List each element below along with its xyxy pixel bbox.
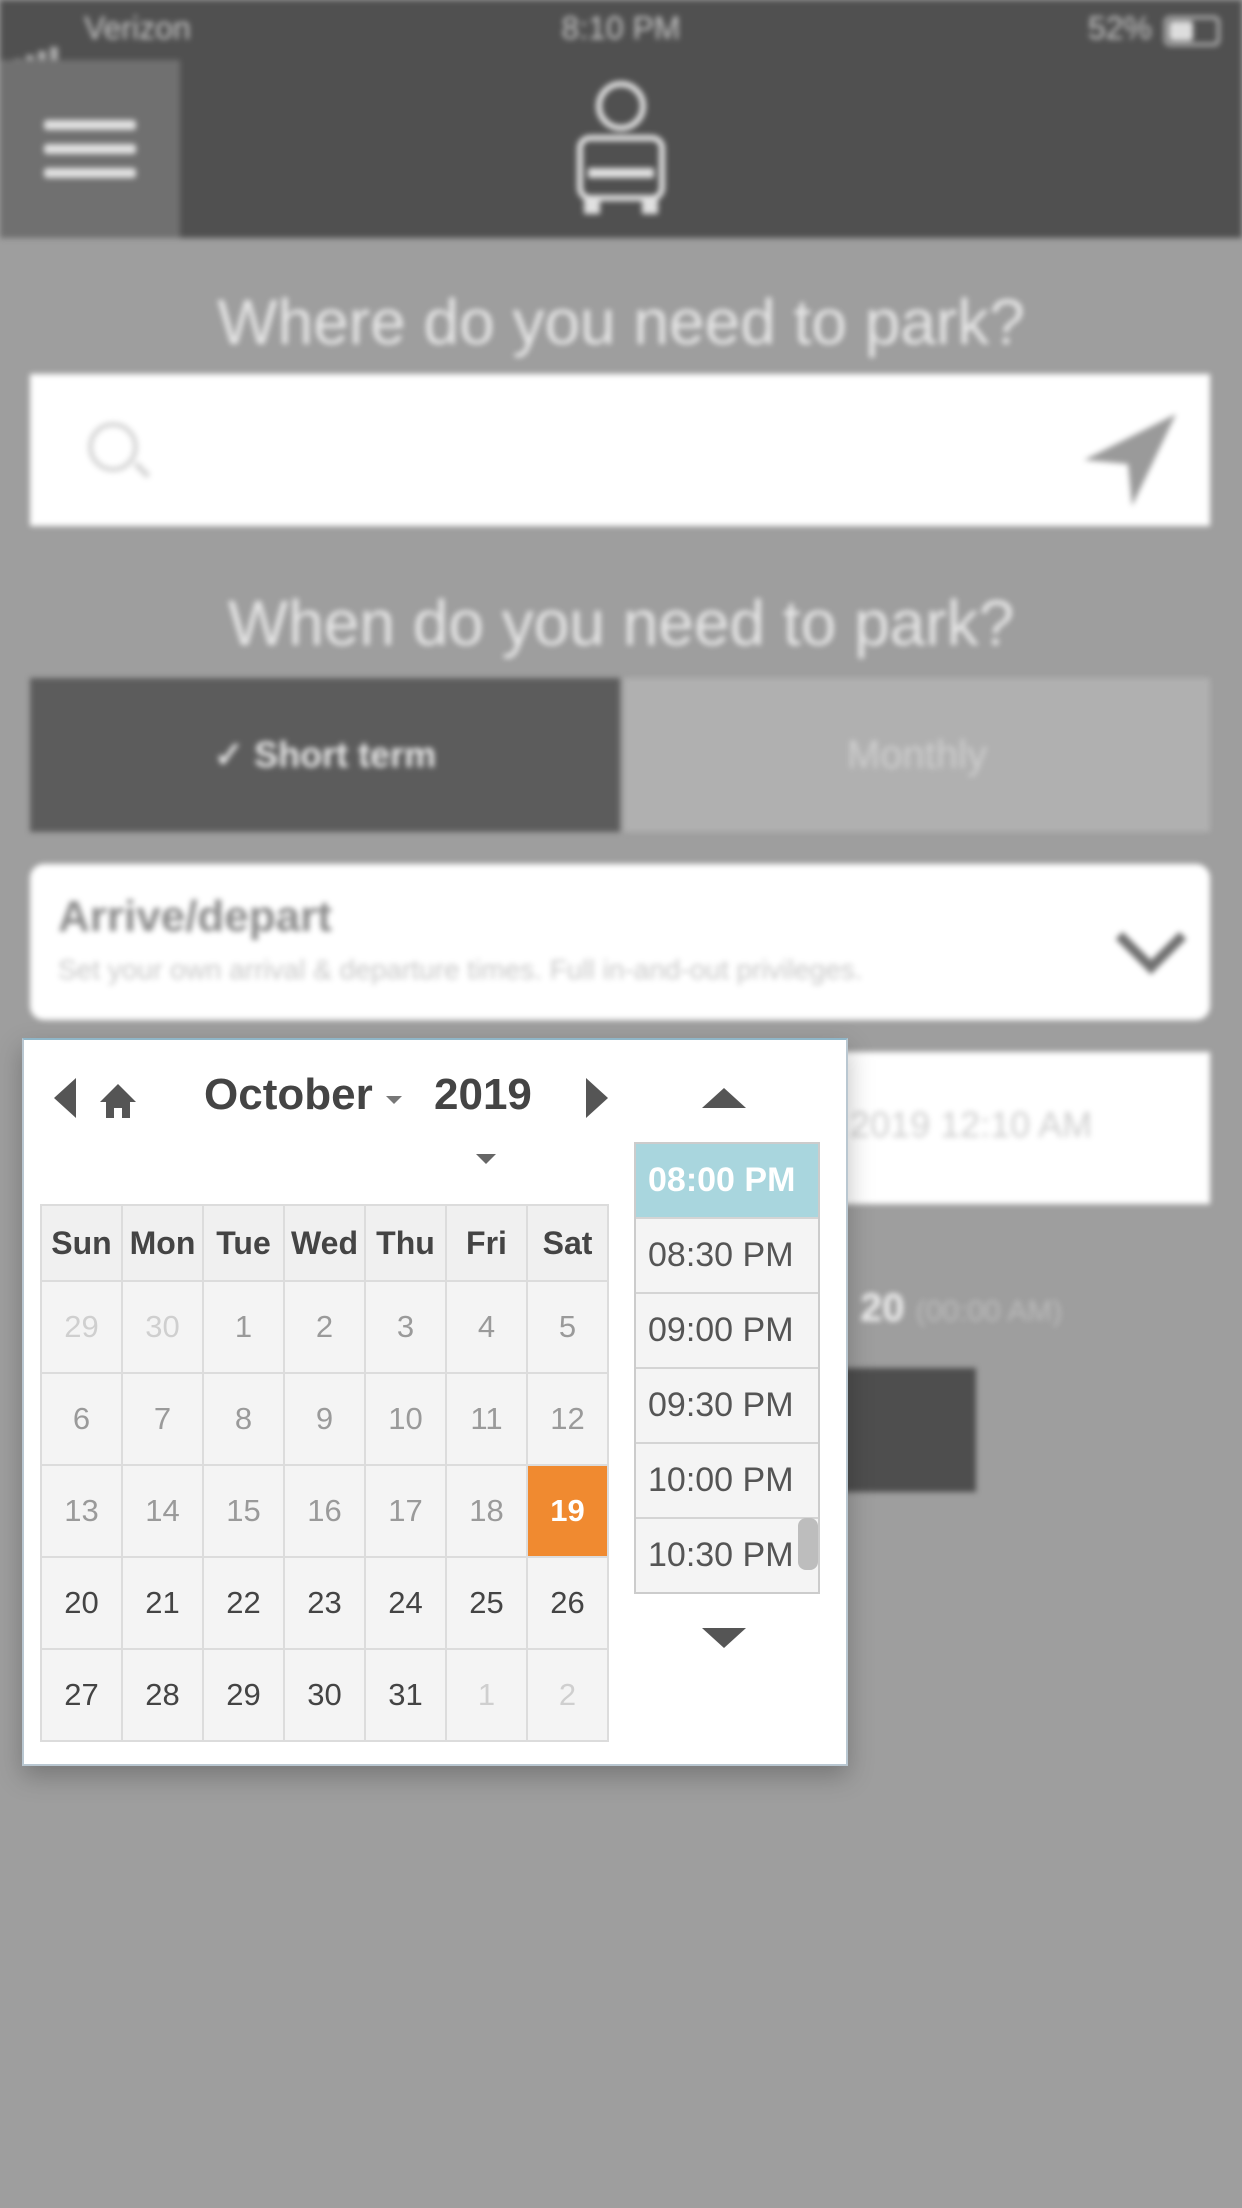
week-row: 29 30 1 2 3 4 5 <box>40 1280 609 1374</box>
day-cell[interactable]: 9 <box>283 1372 366 1466</box>
day-cell[interactable]: 31 <box>364 1648 447 1742</box>
arrive-description: Set your own arrival & departure times. … <box>58 954 863 985</box>
hamburger-menu-icon[interactable] <box>0 60 180 238</box>
day-cell[interactable]: 23 <box>283 1556 366 1650</box>
term-segment-control: ✓ Short term Monthly <box>30 678 1210 832</box>
time-list[interactable]: 08:00 PM 08:30 PM 09:00 PM 09:30 PM 10:0… <box>634 1142 820 1594</box>
when-heading: When do you need to park? <box>227 587 1015 659</box>
prev-month-icon[interactable] <box>54 1078 76 1118</box>
day-cell[interactable]: 20 <box>40 1556 123 1650</box>
date-time-value: 2019 12:10 AM <box>850 1104 1093 1145</box>
time-option[interactable]: 09:00 PM <box>636 1294 818 1369</box>
time-option[interactable]: 08:30 PM <box>636 1219 818 1294</box>
day-cell[interactable]: 22 <box>202 1556 285 1650</box>
day-cell-selected[interactable]: 19 <box>526 1464 609 1558</box>
search-input[interactable] <box>30 374 1210 526</box>
day-cell[interactable]: 2 <box>283 1280 366 1374</box>
weekday-header-row: Sun Mon Tue Wed Thu Fri Sat <box>40 1204 609 1282</box>
weekday-label: Wed <box>283 1204 366 1282</box>
day-cell[interactable]: 13 <box>40 1464 123 1558</box>
day-cell[interactable]: 30 <box>283 1648 366 1742</box>
next-month-icon[interactable] <box>586 1078 608 1118</box>
status-time: 8:10 PM <box>561 10 681 46</box>
week-row: 20 21 22 23 24 25 26 <box>40 1556 609 1650</box>
day-cell[interactable]: 5 <box>526 1280 609 1374</box>
month-caret-icon <box>386 1096 402 1104</box>
week-row: 27 28 29 30 31 1 2 <box>40 1648 609 1742</box>
chevron-down-icon <box>1115 903 1187 975</box>
calendar-grid: Sun Mon Tue Wed Thu Fri Sat 29 30 1 2 3 … <box>40 1204 609 1742</box>
weekday-label: Mon <box>121 1204 204 1282</box>
day-cell[interactable]: 14 <box>121 1464 204 1558</box>
note-bold: 20 <box>860 1286 905 1330</box>
year-caret-icon[interactable] <box>476 1154 496 1164</box>
time-scroll-up-icon[interactable] <box>702 1088 746 1108</box>
arrive-title: Arrive/depart <box>58 892 332 941</box>
day-cell[interactable]: 15 <box>202 1464 285 1558</box>
day-cell[interactable]: 1 <box>202 1280 285 1374</box>
day-cell[interactable]: 29 <box>40 1280 123 1374</box>
week-row: 6 7 8 9 10 11 12 <box>40 1372 609 1466</box>
day-cell[interactable]: 8 <box>202 1372 285 1466</box>
day-cell[interactable]: 16 <box>283 1464 366 1558</box>
day-cell[interactable]: 29 <box>202 1648 285 1742</box>
week-row: 13 14 15 16 17 18 19 <box>40 1464 609 1558</box>
tab-monthly[interactable]: Monthly <box>624 678 1210 832</box>
day-cell[interactable]: 3 <box>364 1280 447 1374</box>
day-cell[interactable]: 17 <box>364 1464 447 1558</box>
duration-note: 20 (00:00 AM) <box>860 1286 1062 1331</box>
time-option[interactable]: 09:30 PM <box>636 1369 818 1444</box>
tab-short-term[interactable]: ✓ Short term <box>30 678 620 832</box>
search-icon <box>88 422 138 472</box>
weekday-label: Fri <box>445 1204 528 1282</box>
day-cell[interactable]: 1 <box>445 1648 528 1742</box>
time-option-selected[interactable]: 08:00 PM <box>636 1144 818 1219</box>
day-cell[interactable]: 28 <box>121 1648 204 1742</box>
time-scroll-down-icon[interactable] <box>702 1628 746 1648</box>
day-cell[interactable]: 18 <box>445 1464 528 1558</box>
weekday-label: Thu <box>364 1204 447 1282</box>
day-cell[interactable]: 2 <box>526 1648 609 1742</box>
battery-icon <box>1164 16 1220 46</box>
day-cell[interactable]: 10 <box>364 1372 447 1466</box>
day-cell[interactable]: 12 <box>526 1372 609 1466</box>
app-header <box>0 60 1242 238</box>
time-list-scrollbar[interactable] <box>798 1518 818 1570</box>
arrive-depart-dropdown[interactable]: Arrive/depart Set your own arrival & dep… <box>30 864 1210 1020</box>
day-cell[interactable]: 21 <box>121 1556 204 1650</box>
parking-car-logo-icon <box>577 81 665 214</box>
weekday-label: Sun <box>40 1204 123 1282</box>
day-cell[interactable]: 24 <box>364 1556 447 1650</box>
time-option[interactable]: 10:30 PM <box>636 1519 818 1592</box>
note-time: (00:00 AM) <box>915 1295 1063 1328</box>
home-icon[interactable] <box>98 1082 138 1122</box>
day-cell[interactable]: 26 <box>526 1556 609 1650</box>
day-cell[interactable]: 6 <box>40 1372 123 1466</box>
where-heading: Where do you need to park? <box>217 286 1025 358</box>
year-select[interactable]: 2019 <box>434 1070 532 1120</box>
month-select[interactable]: October <box>204 1070 373 1120</box>
day-cell[interactable]: 7 <box>121 1372 204 1466</box>
weekday-label: Tue <box>202 1204 285 1282</box>
time-option[interactable]: 10:00 PM <box>636 1444 818 1519</box>
day-cell[interactable]: 27 <box>40 1648 123 1742</box>
navigation-arrow-icon[interactable] <box>1080 410 1180 510</box>
day-cell[interactable]: 25 <box>445 1556 528 1650</box>
day-cell[interactable]: 4 <box>445 1280 528 1374</box>
status-bar: Verizon 8:10 PM 52% <box>0 0 1242 67</box>
day-cell[interactable]: 11 <box>445 1372 528 1466</box>
day-cell[interactable]: 30 <box>121 1280 204 1374</box>
weekday-label: Sat <box>526 1204 609 1282</box>
battery-percent: 52% <box>1087 10 1152 46</box>
datetime-picker: October 2019 Sun Mon Tue Wed Thu Fri Sat… <box>22 1038 848 1766</box>
